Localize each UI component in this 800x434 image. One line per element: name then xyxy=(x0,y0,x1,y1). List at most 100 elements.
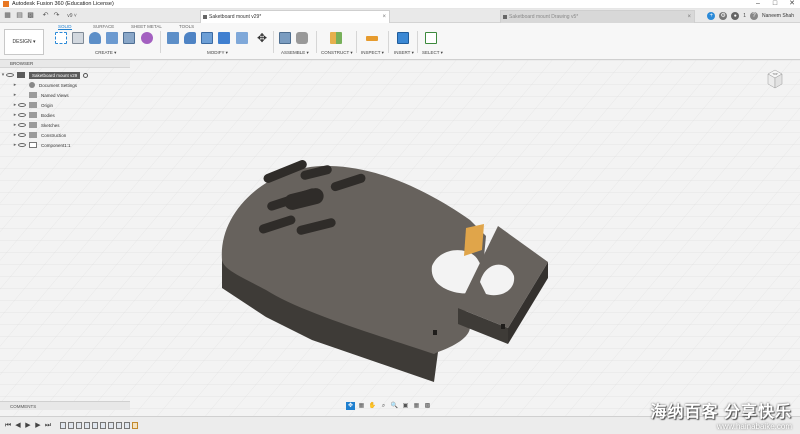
version-indicator[interactable]: v9 ˅ xyxy=(64,12,80,20)
pan-hand-icon[interactable]: ✋ xyxy=(368,402,377,410)
create-more-icon[interactable] xyxy=(141,32,153,44)
extensions-icon[interactable]: ⚙ xyxy=(719,12,728,20)
fit-icon[interactable]: 🔍 xyxy=(390,402,399,410)
expand-icon[interactable]: ▸ xyxy=(12,82,18,88)
fillet-icon[interactable] xyxy=(184,32,196,44)
tab-close-button[interactable]: × xyxy=(687,11,691,23)
tab-active-design[interactable]: Saketboard mount v29* × xyxy=(200,10,390,23)
timeline-sketch-feature[interactable] xyxy=(60,422,66,429)
construct-menu[interactable]: CONSTRUCT ▾ xyxy=(321,50,353,56)
workspace-switcher[interactable]: DESIGN ▾ xyxy=(4,29,44,55)
title-bar: Autodesk Fusion 360 (Education License) … xyxy=(0,0,800,9)
go-to-start-icon[interactable]: ⏮ xyxy=(4,421,12,430)
create-form-icon[interactable] xyxy=(72,32,84,44)
timeline-move-feature[interactable] xyxy=(116,422,122,429)
timeline-fillet-feature[interactable] xyxy=(100,422,106,429)
visibility-eye-icon[interactable] xyxy=(18,143,26,147)
insert-image-icon[interactable] xyxy=(397,32,409,44)
tab-surface[interactable]: SURFACE xyxy=(93,24,114,29)
save-icon[interactable]: ▩ xyxy=(26,12,35,20)
press-pull-icon[interactable] xyxy=(167,32,179,44)
close-button[interactable]: ✕ xyxy=(784,0,800,9)
timeline-sketch-feature[interactable] xyxy=(124,422,130,429)
revolve-icon[interactable] xyxy=(106,32,118,44)
modify-menu[interactable]: MODIFY ▾ xyxy=(207,50,228,56)
comments-panel[interactable]: COMMENTS xyxy=(0,401,130,410)
measure-icon[interactable] xyxy=(366,36,378,41)
display-settings-icon[interactable]: ▣ xyxy=(401,402,410,410)
visibility-eye-icon[interactable] xyxy=(6,73,14,77)
browser-item[interactable]: ▸ Construction xyxy=(0,130,130,140)
browser-item-label: Document Settings xyxy=(39,82,78,88)
browser-item[interactable]: ▸ Document Settings xyxy=(0,80,130,90)
browser-item[interactable]: ▸ Sketches xyxy=(0,120,130,130)
move-icon[interactable]: ✥ xyxy=(256,32,268,44)
tab-solid[interactable]: SOLID xyxy=(58,24,72,30)
select-menu[interactable]: SELECT ▾ xyxy=(422,50,443,56)
user-name[interactable]: Naneem Shah xyxy=(762,13,794,19)
tab-sheet-metal[interactable]: SHEET METAL xyxy=(131,24,162,29)
new-component-icon[interactable] xyxy=(279,32,291,44)
job-status-icon[interactable]: ● xyxy=(731,12,740,20)
look-at-icon[interactable]: ▦ xyxy=(357,402,366,410)
folder-icon xyxy=(29,92,37,98)
timeline-split-feature[interactable] xyxy=(108,422,114,429)
hole-icon[interactable] xyxy=(123,32,135,44)
activate-radio[interactable] xyxy=(83,72,89,78)
tab-label: Saketboard mount v29* xyxy=(209,14,262,20)
minimize-button[interactable]: – xyxy=(750,0,766,9)
timeline-cut-feature[interactable] xyxy=(92,422,98,429)
file-menu-icon[interactable]: ▤ xyxy=(15,12,24,20)
insert-menu[interactable]: INSERT ▾ xyxy=(394,50,414,56)
visibility-eye-icon[interactable] xyxy=(18,133,26,137)
help-icon[interactable]: ? xyxy=(750,12,759,20)
play-icon[interactable]: ▶ xyxy=(24,421,32,430)
expand-icon[interactable]: ▸ xyxy=(12,92,18,98)
timeline-extrude-feature[interactable] xyxy=(76,422,82,429)
browser-item[interactable]: ▸ Named Views xyxy=(0,90,130,100)
new-tab-icon[interactable]: + xyxy=(707,12,716,20)
browser-item[interactable]: ▸ Component1:1 xyxy=(0,140,130,150)
tab-close-button[interactable]: × xyxy=(382,11,386,23)
undo-icon[interactable]: ↶ xyxy=(41,12,50,20)
ribbon-toolbar: DESIGN ▾ SOLID SURFACE SHEET METAL TOOLS… xyxy=(0,23,800,60)
browser-item-label: Origin xyxy=(41,102,54,108)
joint-icon[interactable] xyxy=(296,32,308,44)
viewports-icon[interactable]: ▩ xyxy=(423,402,432,410)
visibility-eye-icon[interactable] xyxy=(18,123,26,127)
tab-drawing[interactable]: Saketboard mount Drawing v5* × xyxy=(500,10,695,23)
step-back-icon[interactable]: ◀ xyxy=(14,421,22,430)
timeline-marker[interactable] xyxy=(132,422,138,429)
step-forward-icon[interactable]: ▶ xyxy=(34,421,42,430)
scale-icon[interactable] xyxy=(236,32,248,44)
browser-item[interactable]: ▸ Origin xyxy=(0,100,130,110)
timeline-extrude-feature[interactable] xyxy=(68,422,74,429)
orbit-icon[interactable]: ✥ xyxy=(346,402,355,410)
grid-settings-icon[interactable]: ▦ xyxy=(412,402,421,410)
separator xyxy=(316,31,317,53)
offset-plane-icon[interactable] xyxy=(330,32,342,44)
browser-item[interactable]: ▸ Bodies xyxy=(0,110,130,120)
extrude-icon[interactable] xyxy=(89,32,101,44)
data-panel-grid-icon[interactable]: ▦ xyxy=(3,12,12,20)
browser-root-row[interactable]: ▾ Saketboard mount v29 xyxy=(0,70,130,80)
create-menu[interactable]: CREATE ▾ xyxy=(95,50,116,56)
maximize-button[interactable]: □ xyxy=(767,0,783,9)
combine-icon[interactable] xyxy=(218,32,230,44)
browser-header[interactable]: BROWSER xyxy=(0,60,130,68)
redo-icon[interactable]: ↷ xyxy=(52,12,61,20)
assemble-menu[interactable]: ASSEMBLE ▾ xyxy=(281,50,309,56)
visibility-eye-icon[interactable] xyxy=(18,113,26,117)
go-to-end-icon[interactable]: ⏭ xyxy=(44,421,52,430)
select-icon[interactable] xyxy=(425,32,437,44)
account-tools: + ⚙ ● 1 ? Naneem Shah xyxy=(707,10,800,22)
timeline-sketch-feature[interactable] xyxy=(84,422,90,429)
create-sketch-icon[interactable] xyxy=(55,32,67,44)
settings-gear-icon xyxy=(29,82,35,88)
shell-icon[interactable] xyxy=(201,32,213,44)
inspect-menu[interactable]: INSPECT ▾ xyxy=(361,50,384,56)
tab-tools[interactable]: TOOLS xyxy=(179,24,194,29)
zoom-icon[interactable]: ⌕ xyxy=(379,402,388,410)
visibility-eye-icon[interactable] xyxy=(18,103,26,107)
viewcube[interactable]: TOP xyxy=(765,68,785,90)
